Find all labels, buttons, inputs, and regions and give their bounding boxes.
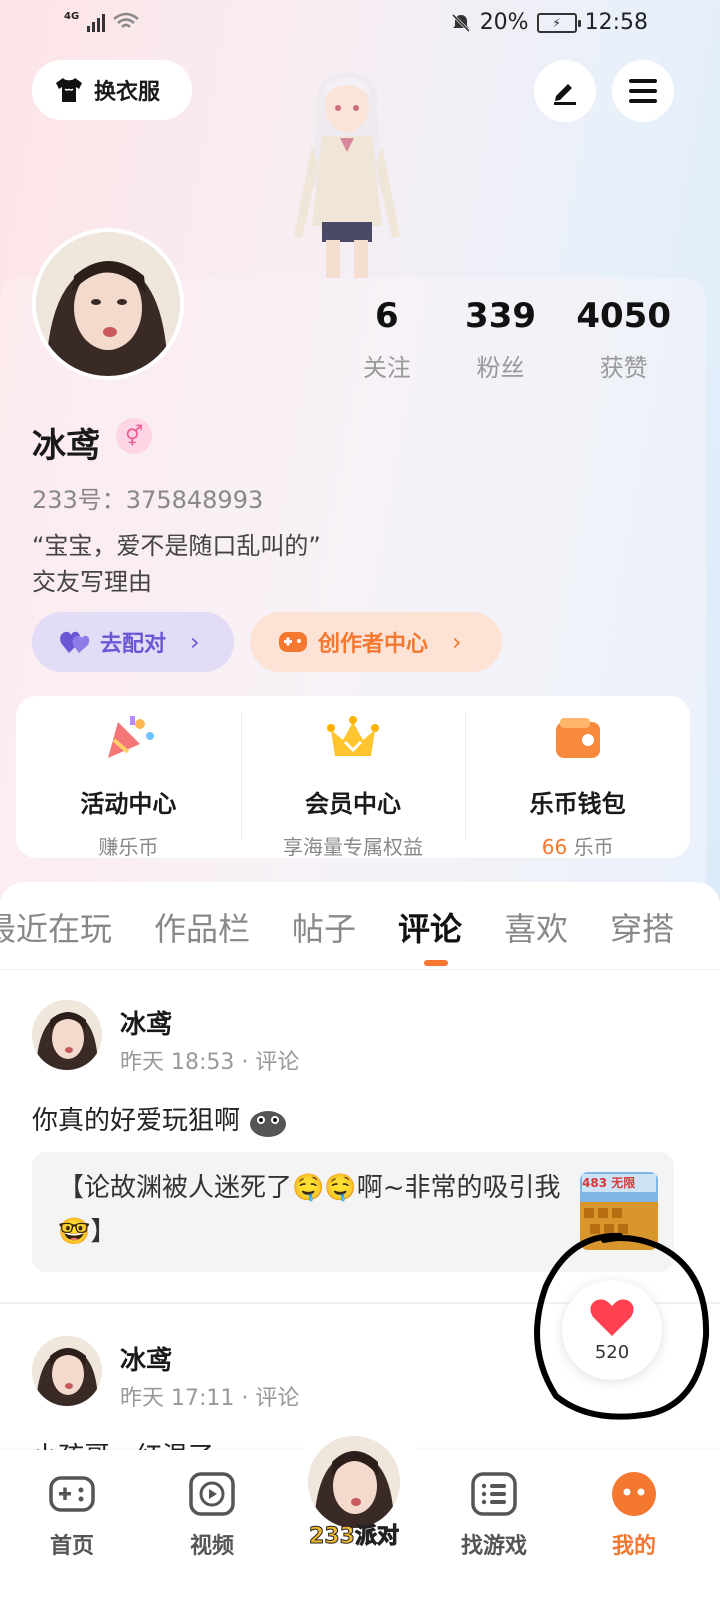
- profile-avatar[interactable]: [32, 228, 184, 380]
- nav-video[interactable]: 视频: [162, 1470, 262, 1560]
- female-gender-icon: ⚥: [116, 418, 152, 454]
- nav-home-label: 首页: [49, 1534, 94, 1559]
- menu-button[interactable]: [612, 60, 674, 122]
- nav-party[interactable]: [308, 1436, 400, 1528]
- active-tab-indicator: [424, 960, 448, 966]
- likes-count: 4050: [576, 296, 671, 336]
- nav-find-games-label: 找游戏: [460, 1534, 527, 1559]
- activity-center-title: 活动中心: [80, 790, 177, 818]
- like-count: 520: [594, 1342, 630, 1363]
- vip-center-title: 会员中心: [305, 790, 401, 818]
- like-floating-button[interactable]: 520: [562, 1280, 662, 1380]
- battery-charging-icon: ⚡: [536, 12, 581, 33]
- pencil-icon: [554, 84, 576, 105]
- status-bar: 4G 20% ⚡ 12:58: [0, 0, 720, 50]
- comment-avatar[interactable]: [32, 1000, 102, 1070]
- edit-profile-button[interactable]: [534, 60, 596, 122]
- activity-center[interactable]: 活动中心 赚乐币: [16, 696, 241, 859]
- avatar-character[interactable]: [282, 66, 412, 280]
- user-id[interactable]: 233号：375848993: [32, 480, 263, 515]
- coin-wallet-subtitle: 66 乐币: [465, 831, 690, 860]
- tab-posts[interactable]: 帖子: [292, 904, 356, 950]
- signal-icon: [87, 12, 106, 32]
- clock: 12:58: [584, 10, 648, 35]
- comment-author[interactable]: 冰鸢: [120, 1340, 172, 1377]
- stat-fans[interactable]: 339 粉丝: [444, 296, 558, 383]
- tab-outfits[interactable]: 穿搭: [610, 904, 674, 950]
- coin-unit: 乐币: [567, 835, 614, 859]
- list-icon: [471, 1472, 517, 1516]
- gamepad-icon: [49, 1476, 95, 1512]
- coin-wallet[interactable]: 乐币钱包 66 乐币: [465, 696, 690, 860]
- profile-stats: 6 关注 339 粉丝 4050 获赞: [330, 296, 690, 383]
- match-label: 去配对: [100, 632, 167, 657]
- comment-quote[interactable]: 【论故渊被人迷死了🤤🤤啊~非常的吸引我🤓】 483 无限: [32, 1152, 674, 1272]
- feature-card: 活动中心 赚乐币 会员中心 享海量专属权益 乐币钱包 66 乐币: [16, 696, 690, 860]
- quote-text: 【论故渊被人迷死了🤤🤤啊~非常的吸引我🤓】: [58, 1173, 561, 1247]
- nav-home[interactable]: 首页: [22, 1470, 122, 1560]
- mute-bell-icon: [451, 13, 470, 32]
- gamepad-icon: [279, 632, 307, 652]
- nav-profile-label: 我的: [611, 1534, 656, 1559]
- game-thumbnail-text: 483 无限: [582, 1176, 636, 1190]
- hearts-icon: [60, 631, 90, 653]
- activity-center-subtitle: 赚乐币: [98, 835, 159, 859]
- profile-smile-icon: [612, 1472, 656, 1516]
- comment-author[interactable]: 冰鸢: [120, 1004, 172, 1041]
- comment-meta: 昨天 18:53 · 评论: [120, 1050, 300, 1075]
- chevron-right-icon: ›: [452, 628, 462, 656]
- crown-icon: [327, 716, 379, 756]
- fans-count: 339: [465, 296, 537, 336]
- chevron-right-icon: ›: [190, 628, 200, 656]
- coin-balance: 66: [541, 835, 568, 859]
- bio: “宝宝，爱不是随口乱叫的” 交友写理由: [32, 528, 321, 600]
- coin-wallet-title: 乐币钱包: [529, 790, 626, 818]
- party-popper-icon: [108, 716, 155, 758]
- change-outfit-button[interactable]: 换衣服: [32, 60, 192, 120]
- tab-likes[interactable]: 喜欢: [504, 904, 568, 950]
- nickname: 冰鸢: [32, 426, 100, 466]
- tab-recently-played[interactable]: 最近在玩: [0, 904, 112, 950]
- vip-center-subtitle: 享海量专属权益: [283, 835, 423, 859]
- video-play-icon: [189, 1472, 235, 1516]
- match-button[interactable]: 去配对 ›: [32, 612, 234, 672]
- comment-meta: 昨天 17:11 · 评论: [120, 1386, 300, 1411]
- likes-label: 获赞: [599, 354, 648, 382]
- bio-line: 交友写理由: [32, 568, 152, 596]
- tab-works[interactable]: 作品栏: [154, 904, 250, 950]
- bio-line: “宝宝，爱不是随口乱叫的”: [32, 532, 321, 560]
- creator-center-button[interactable]: 创作者中心 ›: [250, 612, 502, 672]
- hamburger-menu-icon: [629, 79, 657, 103]
- change-outfit-label: 换衣服: [94, 80, 161, 105]
- nav-profile[interactable]: 我的: [584, 1470, 684, 1560]
- following-label: 关注: [362, 354, 411, 382]
- fans-label: 粉丝: [476, 354, 525, 382]
- sly-emoji-icon: [250, 1110, 287, 1137]
- network-type: 4G: [64, 11, 80, 22]
- wallet-icon: [555, 718, 600, 758]
- nav-find-games[interactable]: 找游戏: [444, 1470, 544, 1560]
- comment-avatar[interactable]: [32, 1336, 102, 1406]
- following-count: 6: [375, 296, 399, 336]
- vip-center[interactable]: 会员中心 享海量专属权益: [240, 696, 466, 859]
- creator-center-label: 创作者中心: [318, 632, 429, 657]
- comment-text-content: 你真的好爱玩狙啊: [32, 1106, 241, 1136]
- comment-text: 你真的好爱玩狙啊: [32, 1100, 288, 1138]
- heart-icon: [590, 1299, 634, 1336]
- nav-party-label[interactable]: 233派对: [304, 1518, 404, 1550]
- nav-video-label: 视频: [189, 1534, 234, 1559]
- tab-comments[interactable]: 评论: [398, 904, 462, 950]
- content-tabs: 最近在玩 作品栏 帖子 评论 喜欢 穿搭: [0, 882, 720, 970]
- tshirt-icon: [56, 78, 82, 102]
- game-thumbnail[interactable]: 483 无限: [580, 1172, 658, 1250]
- stat-following[interactable]: 6 关注: [330, 296, 444, 383]
- stat-likes[interactable]: 4050 获赞: [557, 296, 690, 383]
- battery-percent: 20%: [479, 10, 529, 35]
- wifi-icon: [113, 12, 139, 28]
